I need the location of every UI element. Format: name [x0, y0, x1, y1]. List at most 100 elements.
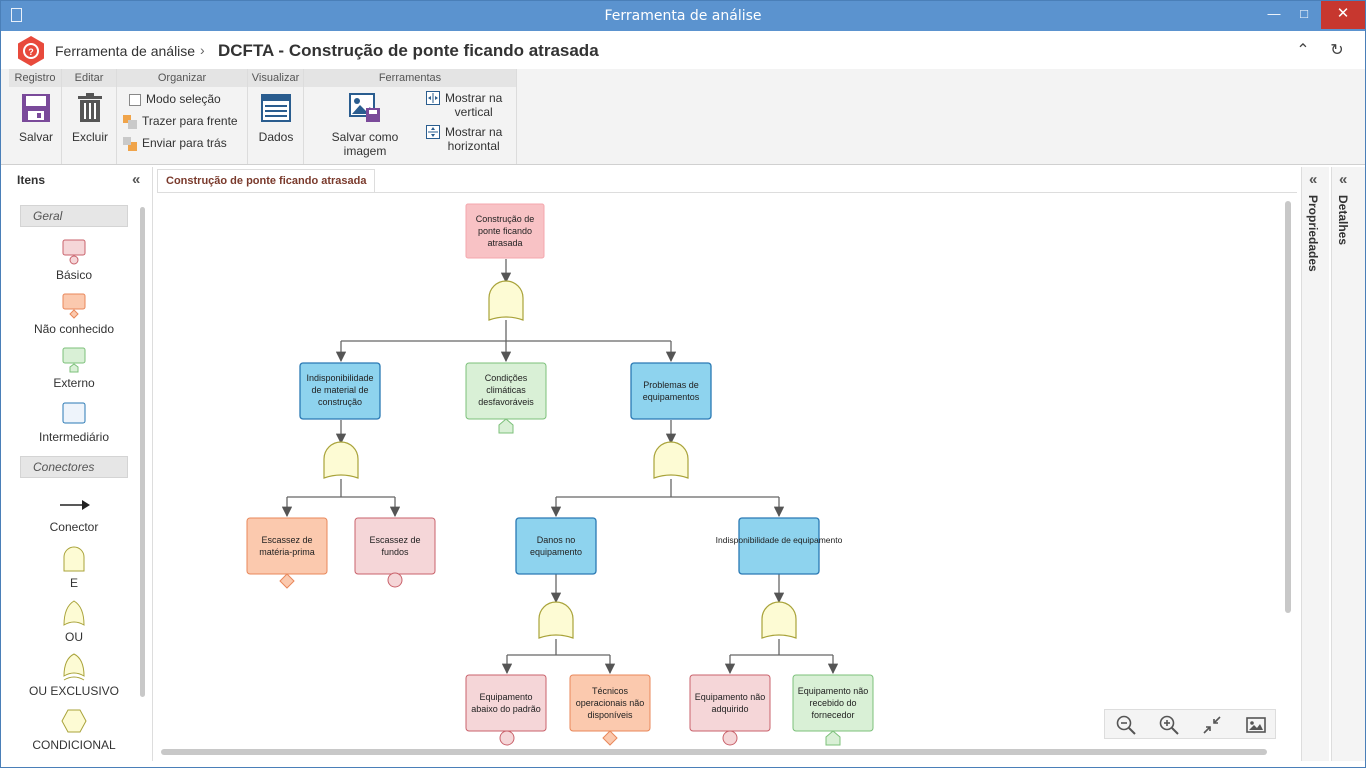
- properties-panel-collapsed[interactable]: « Propriedades: [1301, 167, 1329, 761]
- gate-root-and: [488, 280, 524, 321]
- minimize-button[interactable]: —: [1261, 1, 1287, 29]
- picture-icon[interactable]: [1245, 714, 1267, 736]
- node-n4-line2: matéria-prima: [259, 547, 315, 557]
- collapse-up-icon[interactable]: ⌃: [1293, 41, 1313, 61]
- group-label-organizar: Organizar: [117, 69, 247, 87]
- and-gate-icon: [63, 546, 85, 572]
- node-n7-line1: Indisponibilidade de equipamento: [716, 535, 843, 545]
- data-table-icon: [261, 94, 291, 122]
- palette-label-or-gate: OU: [65, 630, 83, 644]
- palette-label-and-gate: E: [69, 576, 78, 590]
- node-n8-line2: abaixo do padrão: [471, 704, 541, 714]
- palette-item-connector[interactable]: Conector: [20, 493, 128, 534]
- node-n6: [515, 517, 597, 575]
- details-panel-collapsed[interactable]: « Detalhes: [1331, 167, 1365, 761]
- gate-n6-and: [538, 601, 574, 639]
- help-logo-icon: ?: [18, 36, 44, 66]
- app-header: ? Ferramenta de análise › DCFTA - Constr…: [1, 31, 1365, 69]
- palette-label-connector: Conector: [49, 520, 99, 534]
- fault-tree-diagram[interactable]: Construção de ponte ficando atrasada Indis…: [157, 167, 1297, 761]
- items-panel-scrollbar[interactable]: [140, 207, 145, 697]
- vertical-layout-icon: [426, 91, 440, 105]
- refresh-icon[interactable]: ↻: [1327, 41, 1347, 61]
- show-horizontal-button[interactable]: Mostrar na horizontal: [426, 125, 502, 155]
- ribbon-group-visualizar: Visualizar Dados: [248, 69, 304, 164]
- node-n1-line1: Indisponibilidade: [306, 373, 373, 383]
- breadcrumb-app[interactable]: Ferramenta de análise: [55, 43, 195, 59]
- palette-label-external: Externo: [53, 376, 95, 390]
- palette-item-conditional[interactable]: CONDICIONAL: [20, 707, 128, 752]
- canvas-horizontal-scrollbar[interactable]: [161, 749, 1267, 755]
- ribbon-group-organizar: Organizar Modo seleção Trazer para frent…: [117, 69, 248, 164]
- palette-label-basic: Básico: [55, 268, 93, 282]
- expand-details-icon[interactable]: «: [1339, 171, 1347, 188]
- node-n9-line2: operacionais não: [576, 698, 645, 708]
- zoom-out-icon[interactable]: [1115, 714, 1137, 736]
- node-root-line1: Construção de: [476, 214, 535, 224]
- delete-button[interactable]: Excluir: [66, 93, 114, 144]
- bring-to-front-label: Trazer para frente: [142, 114, 238, 128]
- save-button[interactable]: Salvar: [13, 93, 59, 144]
- group-label-visualizar: Visualizar: [248, 69, 303, 87]
- palette-item-and-gate[interactable]: E: [20, 545, 128, 590]
- close-button[interactable]: ✕: [1321, 1, 1365, 29]
- marker-external-n11: [825, 730, 841, 746]
- send-to-back-label: Enviar para trás: [142, 136, 227, 150]
- gate-n7-and: [761, 601, 797, 639]
- palette-item-external[interactable]: Externo: [20, 347, 128, 390]
- show-vertical-button[interactable]: Mostrar na vertical: [426, 91, 502, 121]
- diagram-canvas-area: Construção de ponte ficando atrasada Con…: [157, 167, 1297, 761]
- xor-gate-icon: [63, 653, 85, 681]
- window-title: Ferramenta de análise: [604, 8, 762, 24]
- ribbon-group-ferramentas: Ferramentas Salvar como imagem Mostrar n…: [304, 69, 517, 164]
- section-geral: Geral: [20, 205, 128, 227]
- checkbox-icon[interactable]: [129, 93, 141, 106]
- save-as-image-label: Salvar como imagem: [331, 130, 399, 158]
- group-label-registro: Registro: [9, 69, 61, 87]
- palette-label-unknown: Não conhecido: [33, 322, 115, 336]
- ribbon-toolbar: Registro Salvar Editar Excluir Organizar…: [1, 69, 1365, 165]
- maximize-button[interactable]: □: [1291, 1, 1317, 29]
- show-vertical-label-line1: Mostrar na: [445, 91, 503, 105]
- palette-item-unknown[interactable]: Não conhecido: [20, 293, 128, 336]
- external-event-icon: [62, 347, 86, 373]
- node-n8: [465, 674, 547, 732]
- data-button[interactable]: Dados: [252, 93, 300, 144]
- node-n11-line1: Equipamento não: [798, 686, 869, 696]
- node-root-line3: atrasada: [487, 238, 522, 248]
- node-root-line2: ponte ficando: [478, 226, 532, 236]
- palette-label-xor-gate: OU EXCLUSIVO: [28, 684, 120, 698]
- breadcrumb-separator: ›: [200, 42, 205, 58]
- group-label-editar: Editar: [62, 69, 116, 87]
- node-n4-line1: Escassez de: [261, 535, 312, 545]
- palette-item-or-gate[interactable]: OU: [20, 599, 128, 644]
- items-panel-title: Itens: [17, 173, 46, 187]
- collapse-left-icon[interactable]: «: [132, 171, 140, 188]
- fit-to-screen-icon[interactable]: [1201, 714, 1223, 736]
- node-n11-line2: recebido do: [809, 698, 856, 708]
- save-as-image-button[interactable]: Salvar como imagem: [310, 93, 420, 158]
- bring-front-icon: [123, 114, 137, 129]
- ribbon-group-editar: Editar Excluir: [62, 69, 117, 164]
- svg-text:Indisponibilidade de equipamen: Indisponibilidade de equipamento: [716, 535, 843, 545]
- marker-basic-n10: [722, 730, 738, 746]
- intermediate-event-icon: [62, 402, 86, 424]
- canvas-vertical-scrollbar[interactable]: [1285, 201, 1291, 613]
- page-title: DCFTA - Construção de ponte ficando atra…: [218, 41, 599, 60]
- node-n2-line3: desfavoráveis: [478, 397, 534, 407]
- show-horizontal-label-line1: Mostrar na: [445, 125, 503, 139]
- selection-mode-checkbox[interactable]: Modo seleção: [129, 90, 221, 108]
- palette-label-conditional: CONDICIONAL: [32, 738, 116, 752]
- palette-item-intermediate[interactable]: Intermediário: [20, 401, 128, 444]
- node-n11-line3: fornecedor: [811, 710, 854, 720]
- send-to-back-button[interactable]: Enviar para trás: [123, 134, 227, 152]
- marker-unknown-n9: [602, 730, 618, 746]
- bring-to-front-button[interactable]: Trazer para frente: [123, 112, 238, 130]
- zoom-in-icon[interactable]: [1158, 714, 1180, 736]
- palette-item-xor-gate[interactable]: OU EXCLUSIVO: [20, 653, 128, 698]
- image-export-icon: [349, 93, 380, 122]
- show-vertical-label-line2: vertical: [454, 105, 493, 119]
- palette-item-basic[interactable]: Básico: [20, 239, 128, 282]
- save-icon: [22, 94, 50, 122]
- expand-properties-icon[interactable]: «: [1309, 171, 1317, 188]
